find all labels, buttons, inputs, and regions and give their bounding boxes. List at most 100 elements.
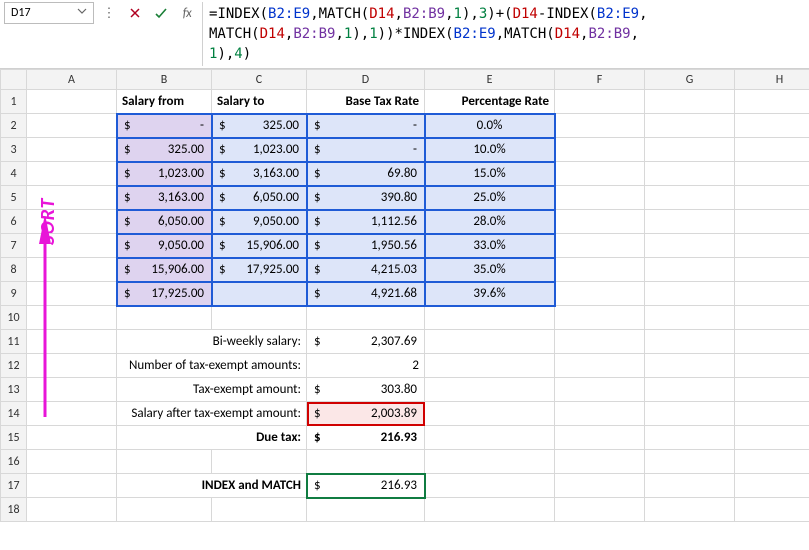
col-header[interactable]: E xyxy=(425,70,555,90)
cell[interactable] xyxy=(117,498,212,522)
cell[interactable]: $303.80 xyxy=(307,378,425,402)
cell[interactable] xyxy=(555,474,645,498)
cell[interactable] xyxy=(735,426,809,450)
cell[interactable] xyxy=(212,306,307,330)
cell[interactable] xyxy=(212,450,307,474)
cell[interactable] xyxy=(645,450,735,474)
cell[interactable] xyxy=(735,474,809,498)
cell[interactable] xyxy=(555,354,645,378)
cell[interactable] xyxy=(27,162,117,186)
cell[interactable] xyxy=(27,138,117,162)
row-header[interactable]: 11 xyxy=(1,330,27,354)
cell[interactable] xyxy=(555,426,645,450)
cell[interactable] xyxy=(735,90,809,114)
cell[interactable] xyxy=(27,402,117,426)
cell[interactable] xyxy=(425,450,555,474)
active-cell[interactable]: $216.93 xyxy=(307,474,425,498)
row-header[interactable]: 4 xyxy=(1,162,27,186)
row-header[interactable]: 14 xyxy=(1,402,27,426)
cell[interactable]: $6,050.00 xyxy=(212,186,307,210)
col-header[interactable]: H xyxy=(735,70,809,90)
cell[interactable]: $15,906.00 xyxy=(212,234,307,258)
cell[interactable]: $69.80 xyxy=(307,162,425,186)
cell[interactable] xyxy=(645,258,735,282)
row-header[interactable]: 10 xyxy=(1,306,27,330)
cell[interactable] xyxy=(645,474,735,498)
col-header[interactable]: F xyxy=(555,70,645,90)
row-header[interactable]: 12 xyxy=(1,354,27,378)
cell[interactable]: Salary to xyxy=(212,90,307,114)
cell[interactable] xyxy=(555,282,645,306)
cell[interactable] xyxy=(735,210,809,234)
cell[interactable]: $- xyxy=(117,114,212,138)
cell[interactable]: 10.0% xyxy=(425,138,555,162)
cell[interactable] xyxy=(645,498,735,522)
cell[interactable]: $3,163.00 xyxy=(117,186,212,210)
cell[interactable] xyxy=(555,306,645,330)
row-header[interactable]: 13 xyxy=(1,378,27,402)
cell[interactable] xyxy=(645,186,735,210)
cell[interactable] xyxy=(555,498,645,522)
cell[interactable]: 28.0% xyxy=(425,210,555,234)
cell[interactable] xyxy=(425,378,555,402)
cell[interactable]: Number of tax-exempt amounts: xyxy=(117,354,307,378)
cell[interactable]: Salary from xyxy=(117,90,212,114)
cell[interactable] xyxy=(735,162,809,186)
cell[interactable]: $15,906.00 xyxy=(117,258,212,282)
cell[interactable] xyxy=(645,114,735,138)
cell[interactable] xyxy=(425,498,555,522)
cell[interactable] xyxy=(735,330,809,354)
cell[interactable]: $4,215.03 xyxy=(307,258,425,282)
cell[interactable]: $17,925.00 xyxy=(212,258,307,282)
cell[interactable]: $325.00 xyxy=(212,114,307,138)
cell[interactable] xyxy=(425,330,555,354)
cell[interactable]: $4,921.68 xyxy=(307,282,425,306)
cell[interactable]: $6,050.00 xyxy=(117,210,212,234)
cell[interactable] xyxy=(117,450,212,474)
cell[interactable]: 33.0% xyxy=(425,234,555,258)
cell[interactable] xyxy=(555,138,645,162)
row-header[interactable]: 17 xyxy=(1,474,27,498)
row-header[interactable]: 7 xyxy=(1,234,27,258)
row-header[interactable]: 3 xyxy=(1,138,27,162)
cell[interactable] xyxy=(27,234,117,258)
cell[interactable] xyxy=(645,354,735,378)
cell[interactable] xyxy=(27,282,117,306)
cell[interactable] xyxy=(645,426,735,450)
row-header[interactable]: 1 xyxy=(1,90,27,114)
cell[interactable]: $2,307.69 xyxy=(307,330,425,354)
cell[interactable] xyxy=(555,114,645,138)
cell[interactable] xyxy=(645,282,735,306)
cell[interactable]: $3,163.00 xyxy=(212,162,307,186)
cell[interactable] xyxy=(735,354,809,378)
cell[interactable] xyxy=(27,426,117,450)
cell[interactable] xyxy=(735,378,809,402)
cell[interactable] xyxy=(645,378,735,402)
cell[interactable] xyxy=(27,474,117,498)
chevron-down-icon[interactable] xyxy=(77,6,87,20)
cell[interactable] xyxy=(425,402,555,426)
cell[interactable] xyxy=(27,90,117,114)
cell[interactable]: 15.0% xyxy=(425,162,555,186)
cell[interactable] xyxy=(645,138,735,162)
select-all-corner[interactable] xyxy=(1,70,27,90)
cell[interactable] xyxy=(555,210,645,234)
cell[interactable]: Bi-weekly salary: xyxy=(117,330,307,354)
cell[interactable] xyxy=(27,330,117,354)
cell[interactable] xyxy=(307,498,425,522)
cell[interactable] xyxy=(117,306,212,330)
cell[interactable] xyxy=(27,498,117,522)
cell[interactable]: $1,023.00 xyxy=(212,138,307,162)
row-header[interactable]: 16 xyxy=(1,450,27,474)
cell[interactable] xyxy=(425,474,555,498)
cell[interactable]: $17,925.00 xyxy=(117,282,212,306)
cell[interactable]: Percentage Rate xyxy=(425,90,555,114)
cell[interactable] xyxy=(735,258,809,282)
row-header[interactable]: 2 xyxy=(1,114,27,138)
cell[interactable] xyxy=(645,330,735,354)
cell[interactable] xyxy=(27,354,117,378)
cell[interactable] xyxy=(735,186,809,210)
formula-input[interactable]: =INDEX(B2:E9,MATCH(D14,B2:B9,1),3)+(D14-… xyxy=(202,2,805,66)
name-box[interactable]: D17 xyxy=(4,2,94,24)
cell[interactable]: Base Tax Rate xyxy=(307,90,425,114)
